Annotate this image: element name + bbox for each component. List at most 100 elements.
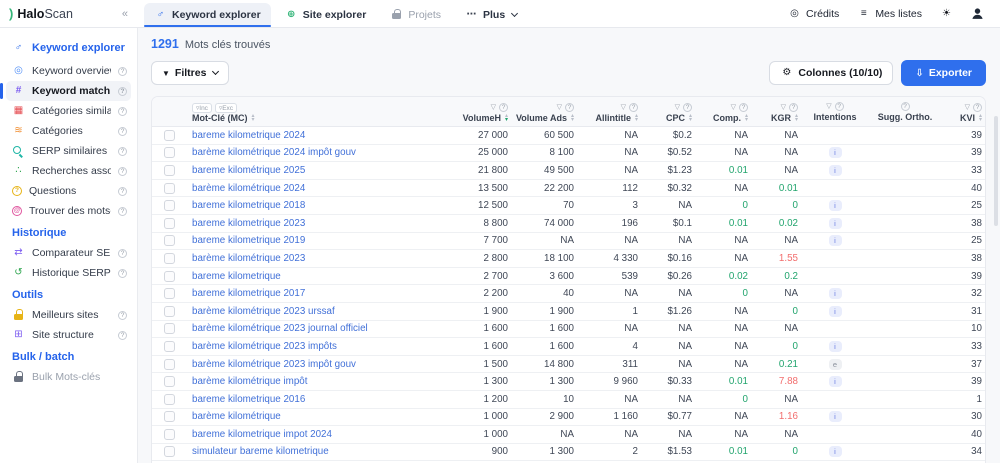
column-filter-icon[interactable]: ▽ — [781, 104, 786, 111]
keyword-link[interactable]: bareme kilometrique 2016 — [192, 394, 305, 405]
row-checkbox[interactable] — [163, 288, 175, 300]
info-icon[interactable]: ? — [118, 310, 127, 320]
exclude-filter-button[interactable]: ▿Exc — [214, 102, 238, 113]
info-icon[interactable]: ? — [118, 106, 127, 116]
keyword-link[interactable]: barème kilométrique 2023 — [192, 253, 305, 264]
keyword-link[interactable]: barème kilométrique 2023 impôt gouv — [192, 359, 356, 370]
tab-site-explorer[interactable]: ⊕ Site explorer — [275, 3, 377, 27]
row-checkbox[interactable] — [163, 305, 175, 317]
row-checkbox[interactable] — [163, 270, 175, 282]
intent-badge[interactable]: i — [828, 200, 842, 212]
column-filter-icon[interactable]: ▽ — [621, 104, 626, 111]
intent-badge[interactable]: i — [828, 288, 842, 300]
sidebar-item-serp-similaires[interactable]: SERP similaires? — [6, 141, 131, 161]
info-icon[interactable]: ? — [118, 248, 127, 258]
row-checkbox[interactable] — [163, 411, 175, 423]
my-lists-link[interactable]: ≡ Mes listes — [857, 8, 922, 20]
sidebar-item-cat-gories-similaires[interactable]: ▦ Catégories similaires? — [6, 101, 131, 121]
column-help-icon[interactable]: ? — [739, 103, 748, 112]
column-header-comp[interactable]: ▽? Comp. ▴ ▾ — [698, 97, 754, 126]
row-checkbox[interactable] — [163, 217, 175, 229]
column-filter-icon[interactable]: ▽ — [731, 104, 736, 111]
column-help-icon[interactable]: ? — [499, 103, 508, 112]
intent-badge[interactable]: i — [828, 305, 842, 317]
keyword-link[interactable]: barème kilométrique 2023 impôts — [192, 341, 337, 352]
export-button[interactable]: ⇩ Exporter — [901, 60, 986, 86]
scrollbar[interactable] — [994, 116, 998, 226]
info-icon[interactable]: ? — [118, 330, 127, 340]
intent-badge[interactable]: i — [828, 411, 842, 423]
keyword-link[interactable]: bareme kilometrique 2019 — [192, 235, 305, 246]
columns-button[interactable]: ⚙ Colonnes (10/10) — [769, 61, 894, 85]
keyword-link[interactable]: barème kilométrique — [192, 411, 281, 422]
info-icon[interactable]: ? — [118, 166, 127, 176]
info-icon[interactable]: ? — [118, 146, 127, 156]
intent-badge[interactable]: i — [828, 164, 842, 176]
sort-icon[interactable]: ▴ ▾ — [689, 113, 692, 123]
column-header-sugg-ortho[interactable]: ? Sugg. Ortho. — [866, 97, 944, 126]
column-filter-icon[interactable]: ▽ — [965, 104, 970, 111]
keyword-link[interactable]: bareme kilometrique 2017 — [192, 288, 305, 299]
column-filter-icon[interactable]: ▽ — [826, 103, 831, 110]
column-help-icon[interactable]: ? — [629, 103, 638, 112]
theme-toggle-button[interactable]: ☀ — [940, 8, 953, 20]
column-header-kgr[interactable]: ▽? KGR ▴ ▾ — [754, 97, 804, 126]
include-filter-button[interactable]: ▿Inc — [192, 102, 212, 113]
row-checkbox[interactable] — [163, 323, 175, 335]
keyword-link[interactable]: bareme kilometrique 2018 — [192, 200, 305, 211]
row-checkbox[interactable] — [163, 376, 175, 388]
column-header-mot-cl-mc[interactable]: ▿Inc ▿Exc Mot-Clé (MC) ▴ ▾ — [186, 97, 430, 126]
credits-link[interactable]: ◎ Crédits — [788, 8, 839, 20]
sidebar-item-questions[interactable]: ? Questions? — [6, 181, 131, 201]
column-help-icon[interactable]: ? — [565, 103, 574, 112]
keyword-link[interactable]: bareme kilometrique — [192, 271, 281, 282]
column-help-icon[interactable]: ? — [900, 101, 910, 111]
column-help-icon[interactable]: ? — [789, 103, 798, 112]
sidebar-item-trouver-des-mots-cl-s[interactable]: @ Trouver des mots-clés? — [6, 201, 131, 221]
sidebar-item-keyword-explorer[interactable]: ♂ Keyword explorer — [6, 38, 131, 58]
intent-badge[interactable]: i — [828, 446, 842, 458]
intent-badge[interactable]: i — [828, 340, 842, 352]
info-icon[interactable]: ? — [118, 206, 127, 216]
column-help-icon[interactable]: ? — [973, 103, 982, 112]
row-checkbox[interactable] — [163, 252, 175, 264]
row-checkbox[interactable] — [163, 428, 175, 440]
sort-icon[interactable]: ▴ ▾ — [635, 113, 638, 123]
row-checkbox[interactable] — [163, 200, 175, 212]
filters-button[interactable]: ▼ Filtres — [151, 61, 230, 85]
sidebar-item-comparateur-serp[interactable]: ⇄ Comparateur SERP? — [6, 243, 131, 263]
intent-badge[interactable]: i — [828, 147, 842, 159]
intent-badge[interactable]: i — [828, 376, 842, 388]
keyword-link[interactable]: barème kilométrique 2024 — [192, 183, 305, 194]
sidebar-collapse-icon[interactable]: « — [122, 8, 128, 20]
keyword-link[interactable]: barème kilométrique 2024 impôt gouv — [192, 147, 356, 158]
intent-badge[interactable]: e — [828, 358, 842, 370]
info-icon[interactable]: ? — [118, 126, 127, 136]
info-icon[interactable]: ? — [118, 86, 127, 96]
row-checkbox[interactable] — [163, 164, 175, 176]
sort-icon[interactable]: ▴ ▾ — [745, 113, 748, 123]
keyword-link[interactable]: barème kilométrique 2023 urssaf — [192, 306, 335, 317]
keyword-link[interactable]: barème kilométrique impôt — [192, 376, 307, 387]
row-checkbox[interactable] — [163, 340, 175, 352]
keyword-link[interactable]: bareme kilométrique 2025 — [192, 165, 305, 176]
column-header-kvi[interactable]: ▽? KVI ▴ ▾ — [944, 97, 985, 126]
keyword-link[interactable]: bareme kilometrique 2024 — [192, 130, 305, 141]
sort-icon[interactable]: ▴ ▾ — [571, 113, 574, 123]
sidebar-item-cat-gories[interactable]: ≋ Catégories? — [6, 121, 131, 141]
sidebar-item-meilleurs-sites[interactable]: Meilleurs sites? — [6, 305, 131, 325]
row-checkbox[interactable] — [163, 446, 175, 458]
sidebar-item-recherches-associ-es[interactable]: ∴ Recherches associées? — [6, 161, 131, 181]
column-header-intentions[interactable]: ▽? Intentions — [804, 97, 866, 126]
row-checkbox[interactable] — [163, 182, 175, 194]
column-header-volume-ads[interactable]: ▽? Volume Ads ▴ ▾ — [514, 97, 580, 126]
column-header-cpc[interactable]: ▽? CPC ▴ ▾ — [644, 97, 698, 126]
tab-plus[interactable]: ⋯ Plus — [455, 3, 527, 27]
sidebar-item-historique-serp[interactable]: ↺ Historique SERP? — [6, 263, 131, 283]
row-checkbox[interactable] — [163, 129, 175, 141]
sidebar-item-bulk-mots-cl-s[interactable]: Bulk Mots-clés — [6, 367, 131, 387]
sort-icon[interactable]: ▴ ▾ — [505, 113, 508, 123]
keyword-link[interactable]: simulateur bareme kilometrique — [192, 446, 329, 457]
row-checkbox[interactable] — [163, 147, 175, 159]
info-icon[interactable]: ? — [118, 66, 127, 76]
